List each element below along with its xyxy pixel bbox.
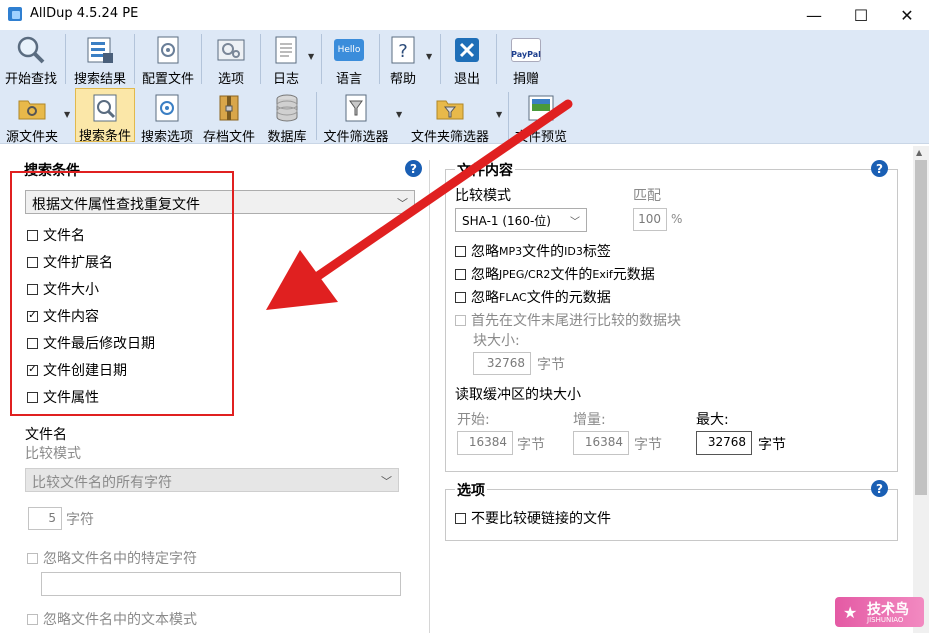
red-arrow-annotation xyxy=(266,99,573,310)
watermark-logo: ★ 技术鸟 JISHUNIAO xyxy=(835,597,924,627)
star-icon: ★ xyxy=(843,603,858,622)
